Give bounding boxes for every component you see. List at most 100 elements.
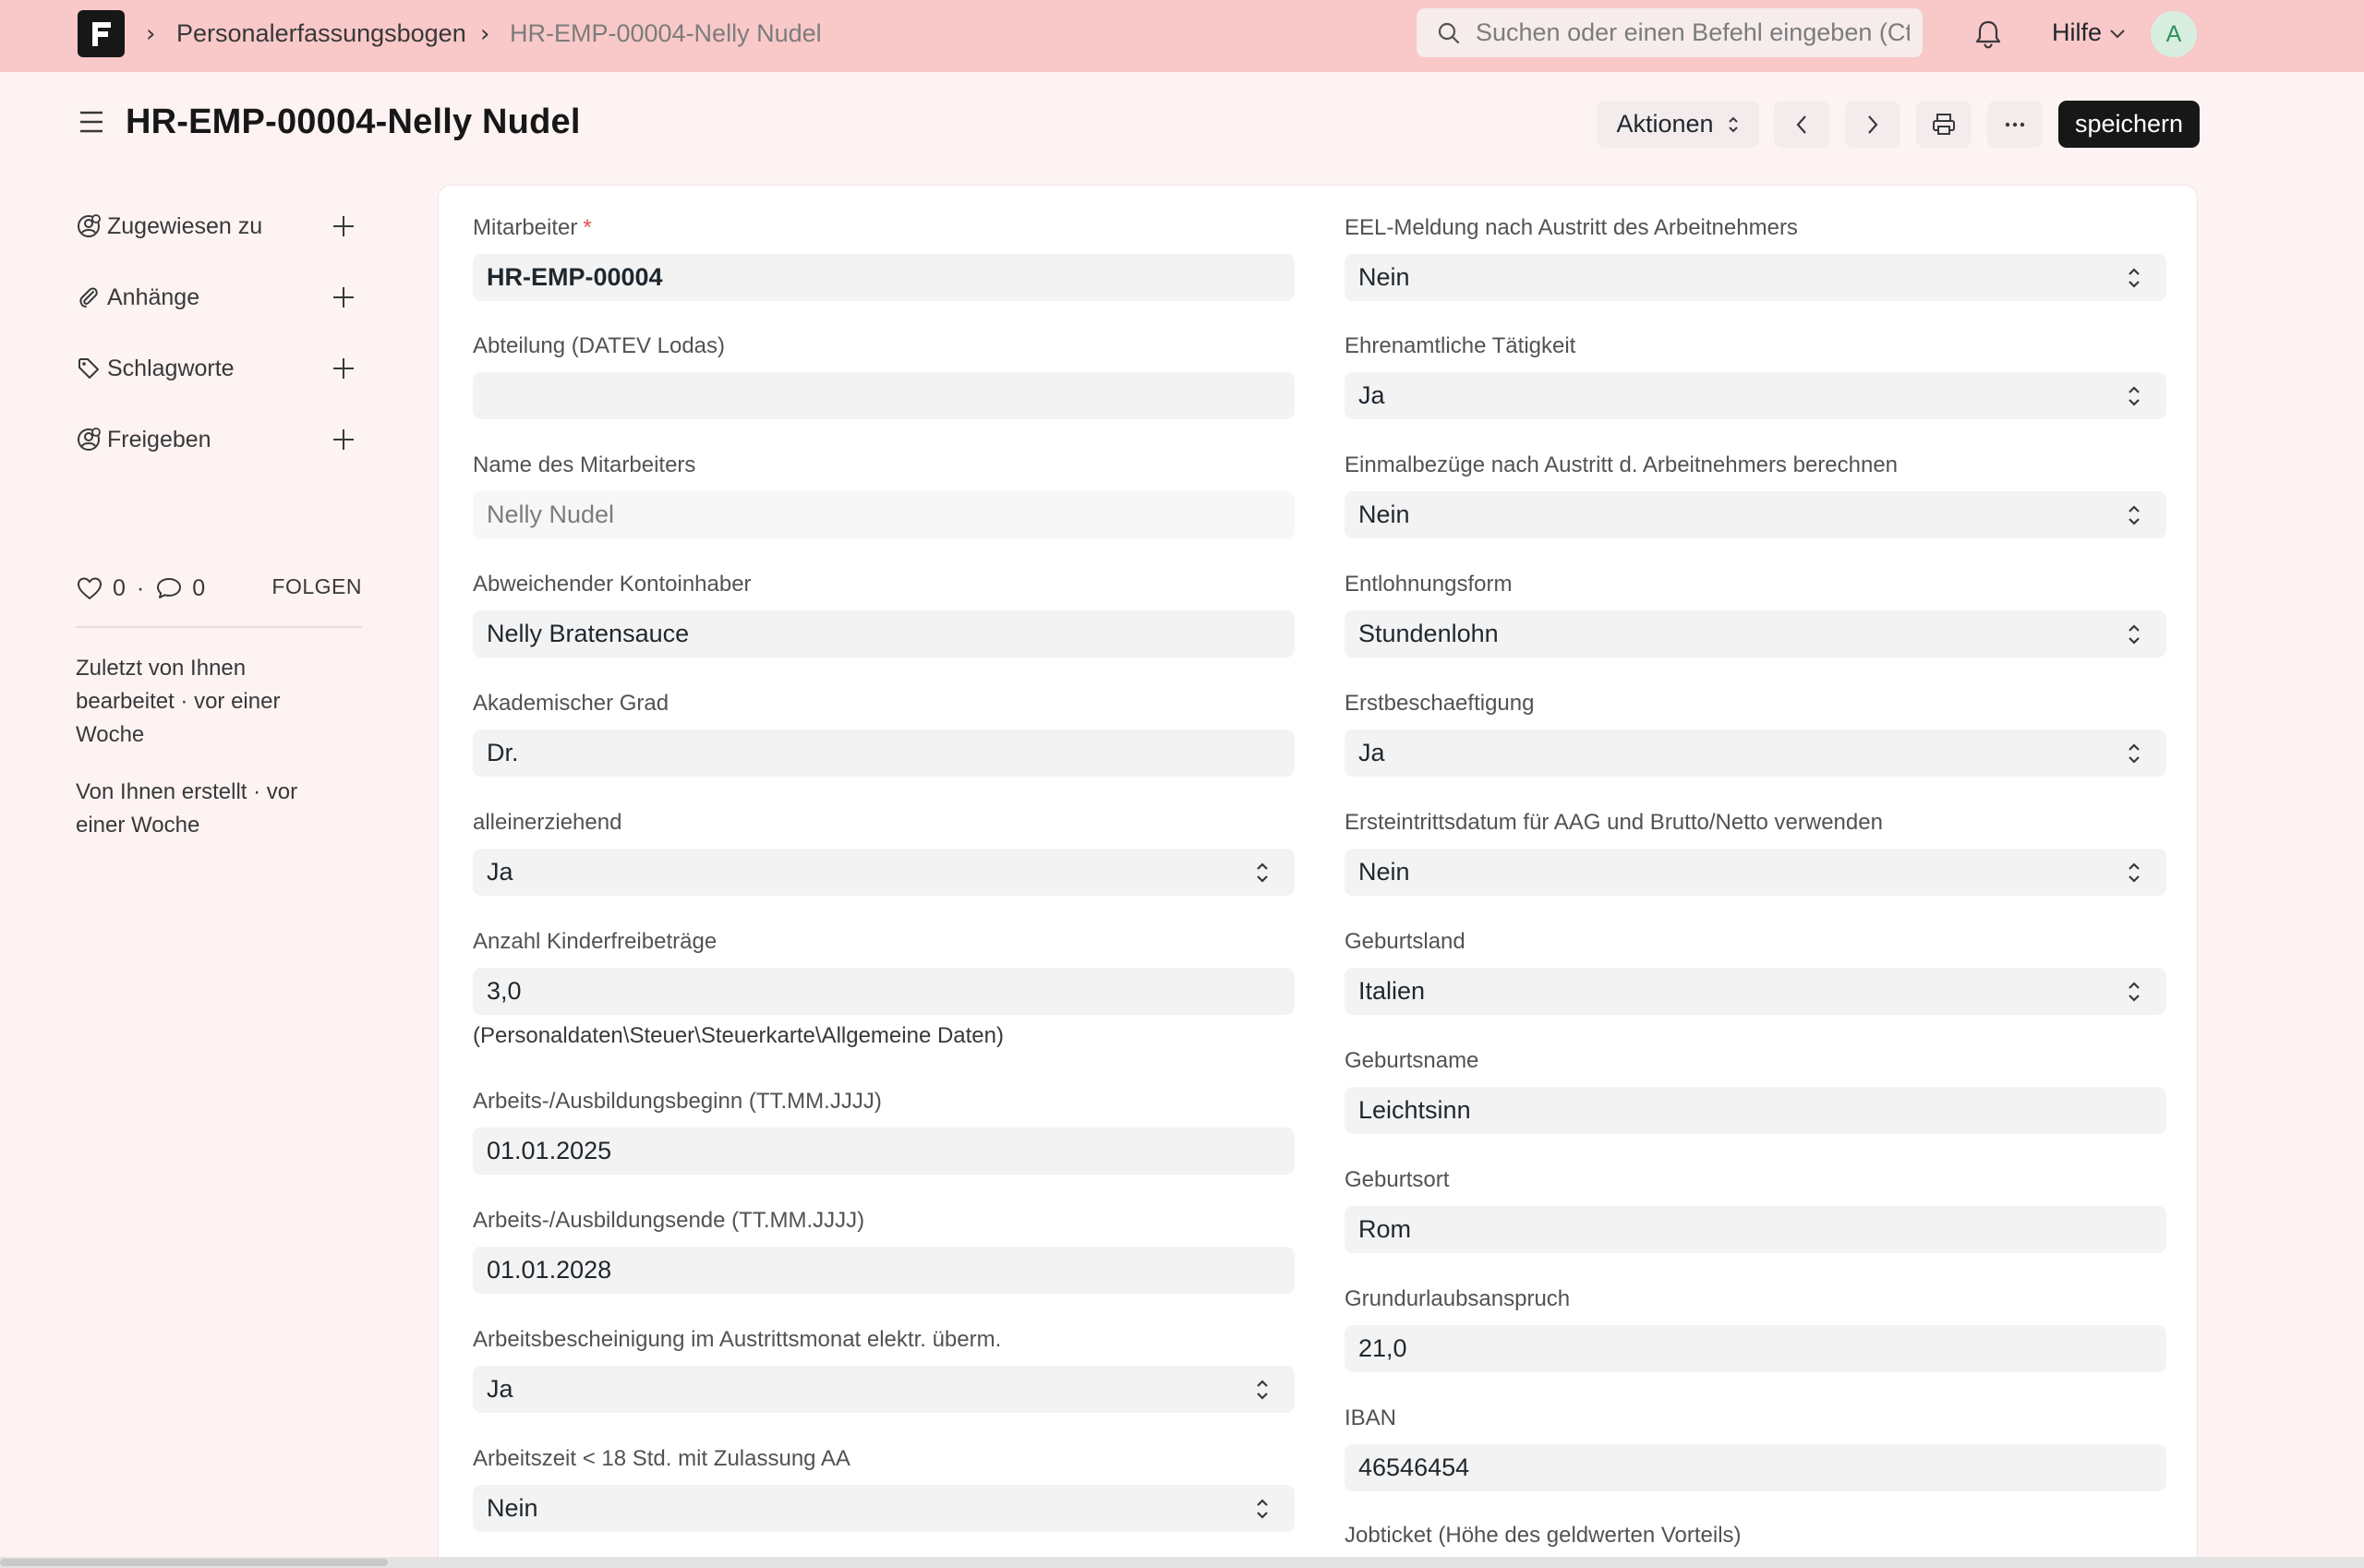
field-grundurlaub: Grundurlaubsanspruch 21,0 [1345,1286,2166,1372]
plus-icon[interactable] [331,213,356,239]
field-label: Name des Mitarbeiters [473,452,696,477]
ehrenamtlich-select[interactable]: Ja [1345,372,2166,419]
arbeitszeit-select[interactable]: Nein [473,1485,1295,1532]
navbar: › Personalerfassungsbogen › HR-EMP-00004… [0,0,2364,72]
notification-bell-icon[interactable] [1973,18,2003,50]
scrollbar-thumb[interactable] [0,1559,388,1566]
field-help-text: (Personaldaten\Steuer\Steuerkarte\Allgem… [473,1023,1004,1048]
breadcrumb-doctype[interactable]: Personalerfassungsbogen [176,18,466,48]
select-updown-icon [1257,862,1268,883]
select-value: Ja [1358,381,1385,409]
search-bar[interactable] [1417,8,1923,57]
field-label: Entlohnungsform [1345,572,1513,597]
field-label: IBAN [1345,1405,1397,1430]
last-edited-info: Zuletzt von Ihnen bearbeitet · vor einer… [76,656,281,747]
comment-icon[interactable] [155,575,183,601]
required-asterisk: * [583,215,592,240]
geburtsname-input[interactable]: Leichtsinn [1345,1087,2166,1134]
field-arbeitsende: Arbeits-/Ausbildungsende (TT.MM.JJJJ) 01… [473,1208,1295,1294]
share-user-icon [78,428,101,451]
plus-icon[interactable] [331,284,356,310]
arbeitsbeginn-input[interactable]: 01.01.2025 [473,1128,1295,1175]
save-button[interactable]: speichern [2058,101,2200,148]
field-label: Anzahl Kinderfreibeträge [473,929,718,954]
select-value: Ja [1358,739,1385,766]
field-eel-meldung: EEL-Meldung nach Austritt des Arbeitnehm… [1345,215,2166,301]
select-updown-icon [2129,862,2140,883]
entlohnungsform-select[interactable]: Stundenlohn [1345,610,2166,657]
field-label: Arbeitsbescheinigung im Austrittsmonat e… [473,1327,1002,1352]
select-value: Nein [1358,263,1410,291]
sidebar-item-share[interactable]: Freigeben [76,421,356,458]
alleinerziehend-select[interactable]: Ja [473,849,1295,896]
help-dropdown[interactable]: Hilfe [2052,18,2126,47]
field-iban: IBAN 46546454 [1345,1405,2166,1491]
grundurlaub-input[interactable]: 21,0 [1345,1325,2166,1372]
previous-document-button[interactable] [1774,101,1829,148]
akademischer-grad-input[interactable]: Dr. [473,730,1295,777]
select-updown-icon [2129,505,2140,525]
select-updown-icon [2129,743,2140,764]
sidebar-item-tags[interactable]: Schlagworte [76,350,356,387]
search-icon [1438,22,1460,43]
field-label: Geburtsname [1345,1048,1479,1073]
chevron-right-icon [1868,115,1878,134]
iban-input[interactable]: 46546454 [1345,1444,2166,1491]
sidebar-item-label: Schlagworte [107,355,235,381]
field-label: Ehrenamtliche Tätigkeit [1345,333,1576,358]
arbeitsbescheinigung-select[interactable]: Ja [473,1366,1295,1413]
field-entlohnungsform: Entlohnungsform Stundenlohn [1345,572,2166,657]
horizontal-scrollbar[interactable] [0,1557,2364,1568]
select-updown-icon [2129,982,2140,1002]
likes-count: 0 [113,574,126,601]
erstbeschaeftigung-select[interactable]: Ja [1345,730,2166,777]
plus-icon[interactable] [331,427,356,452]
user-avatar[interactable]: A [2151,11,2197,57]
heart-icon[interactable] [76,575,103,601]
sidebar-item-assigned[interactable]: Zugewiesen zu [76,208,356,245]
select-updown-icon [2129,624,2140,645]
geburtsort-input[interactable]: Rom [1345,1206,2166,1253]
kinderfreibetraege-input[interactable]: 3,0 [473,968,1295,1015]
sidebar-item-label: Zugewiesen zu [107,212,263,239]
select-value: Ja [487,1375,513,1403]
field-label: Arbeitszeit < 18 Std. mit Zulassung AA [473,1446,850,1471]
actions-label: Aktionen [1616,110,1714,138]
search-input[interactable] [1476,18,1910,47]
stats-separator: · [136,574,145,601]
select-value: Ja [487,858,513,886]
mitarbeiter-link-input[interactable]: HR-EMP-00004 [473,254,1295,301]
frappe-logo-icon [91,21,111,46]
eel-meldung-select[interactable]: Nein [1345,254,2166,301]
field-label: Arbeits-/Ausbildungsbeginn (TT.MM.JJJJ) [473,1089,882,1114]
plus-icon[interactable] [331,356,356,381]
kontoinhaber-input[interactable]: Nelly Bratensauce [473,610,1295,657]
field-label: Mitarbeiter * [473,215,592,240]
more-options-button[interactable] [1987,101,2043,148]
print-button[interactable] [1916,101,1972,148]
select-value: Italien [1358,977,1426,1005]
field-alleinerziehend: alleinerziehend Ja [473,810,1295,896]
einmalbezuege-select[interactable]: Nein [1345,491,2166,538]
select-value: Nein [1358,501,1410,528]
arbeitsende-input[interactable]: 01.01.2028 [473,1247,1295,1294]
abteilung-input[interactable] [473,372,1295,419]
chevron-right-icon: › [146,20,156,48]
geburtsland-select[interactable]: Italien [1345,968,2166,1015]
comments-count: 0 [192,574,206,601]
created-info: Von Ihnen erstellt · vor einer Woche [76,779,298,838]
sidebar-item-attachments[interactable]: Anhänge [76,279,356,316]
breadcrumb-document[interactable]: HR-EMP-00004-Nelly Nudel [510,18,822,48]
follow-button[interactable]: FOLGEN [271,574,362,599]
select-updown-icon [1728,116,1738,132]
ersteintrittsdatum-select[interactable]: Nein [1345,849,2166,896]
field-geburtsland: Geburtsland Italien [1345,929,2166,1015]
select-value: Nein [487,1494,538,1522]
next-document-button[interactable] [1845,101,1900,148]
sidebar-toggle-icon[interactable] [78,110,104,134]
actions-button[interactable]: Aktionen [1597,101,1759,148]
employee-name-readonly: Nelly Nudel [473,491,1295,538]
app-logo[interactable] [78,10,125,57]
field-label: Abweichender Kontoinhaber [473,572,752,597]
chevron-down-icon [2110,29,2125,38]
